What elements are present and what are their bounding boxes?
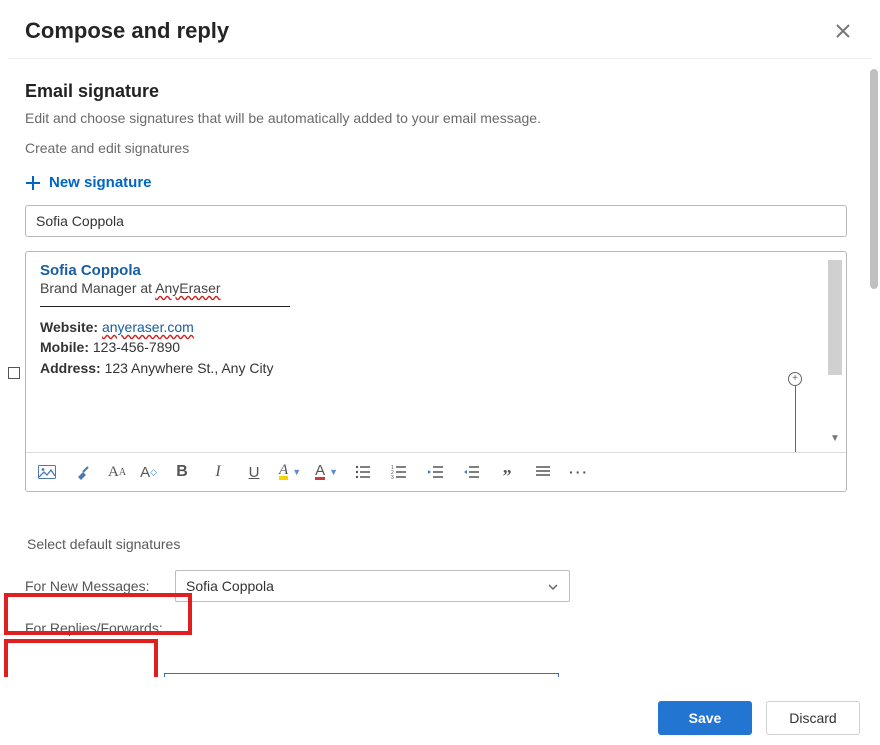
- dropdown-option-no-signature[interactable]: (No signature): [165, 674, 558, 677]
- font-size-button[interactable]: A◇: [140, 461, 157, 483]
- section-heading-signature: Email signature: [25, 81, 855, 102]
- signature-dropdown-menu[interactable]: (No signature) Sofia Coppola: [164, 673, 559, 677]
- italic-button[interactable]: I: [207, 461, 229, 483]
- editor-toolbar: AA A◇ B I U A ▼ A ▼ 123: [26, 452, 846, 491]
- sig-address-row: Address: 123 Anywhere St., Any City: [40, 358, 832, 378]
- new-signature-label: New signature: [49, 174, 152, 191]
- for-new-messages-label: For New Messages:: [25, 578, 165, 594]
- new-messages-signature-dropdown[interactable]: Sofia Coppola: [175, 570, 570, 602]
- bullet-list-icon: [355, 465, 371, 479]
- sig-website-key: Website:: [40, 319, 98, 335]
- sig-mobile-value: 123-456-7890: [93, 339, 180, 355]
- chevron-down-icon: ▼: [292, 467, 301, 477]
- close-icon: [835, 23, 851, 39]
- close-button[interactable]: [831, 19, 855, 43]
- sig-role-prefix: Brand Manager at: [40, 280, 155, 296]
- dialog-footer: Save Discard: [0, 701, 880, 735]
- editor-scrollbar-thumb[interactable]: [828, 260, 842, 375]
- font-family-button[interactable]: AA: [108, 461, 126, 483]
- chevron-down-icon: ▼: [329, 467, 338, 477]
- align-icon: [535, 465, 551, 479]
- signature-editor[interactable]: Sofia Coppola Brand Manager at AnyEraser…: [25, 251, 847, 492]
- annotation-highlight-1: [4, 593, 192, 635]
- sig-website-link[interactable]: anyeraser.com: [102, 319, 194, 335]
- select-default-signatures-label: Select default signatures: [25, 530, 182, 558]
- signature-editor-content[interactable]: Sofia Coppola Brand Manager at AnyEraser…: [26, 252, 846, 452]
- sig-job-title: Brand Manager at AnyEraser: [40, 280, 832, 296]
- svg-text:3: 3: [391, 475, 394, 479]
- blockquote-button[interactable]: ”: [496, 465, 518, 487]
- bold-button[interactable]: B: [171, 461, 193, 483]
- settings-scroll-area: Email signature Edit and choose signatur…: [0, 59, 880, 677]
- indent-button[interactable]: [460, 461, 482, 483]
- chevron-down-icon[interactable]: ▼: [830, 433, 840, 444]
- discard-button[interactable]: Discard: [766, 701, 860, 735]
- zoom-track: [795, 386, 796, 452]
- format-painter-button[interactable]: [72, 461, 94, 483]
- numbered-list-icon: 123: [391, 465, 407, 479]
- insert-image-button[interactable]: [36, 461, 58, 483]
- zoom-plus-icon: +: [788, 372, 802, 386]
- signature-name-input[interactable]: [25, 205, 847, 237]
- underline-button[interactable]: U: [243, 461, 265, 483]
- bullet-list-button[interactable]: [352, 461, 374, 483]
- sig-mobile-row: Mobile: 123-456-7890: [40, 337, 832, 357]
- sig-display-name: Sofia Coppola: [40, 262, 832, 279]
- editor-side-checkbox[interactable]: [8, 367, 20, 379]
- annotation-highlight-2: [4, 639, 158, 677]
- panel-scrollbar-thumb[interactable]: [870, 69, 878, 289]
- editor-scrollbar[interactable]: ▼: [826, 256, 844, 446]
- sig-address-value: 123 Anywhere St., Any City: [105, 360, 274, 376]
- create-edit-label: Create and edit signatures: [25, 140, 855, 156]
- page-title: Compose and reply: [25, 18, 229, 44]
- new-signature-button[interactable]: New signature: [25, 174, 152, 191]
- paint-icon: [75, 464, 91, 480]
- sig-separator: [40, 306, 290, 307]
- image-icon: [38, 465, 56, 479]
- indent-icon: [463, 465, 479, 479]
- align-button[interactable]: [532, 461, 554, 483]
- font-color-icon: A: [315, 464, 325, 481]
- sig-company: AnyEraser: [155, 280, 220, 296]
- highlight-icon: A: [279, 464, 288, 480]
- more-options-button[interactable]: ···: [568, 461, 590, 483]
- save-button[interactable]: Save: [658, 701, 752, 735]
- new-messages-selected-value: Sofia Coppola: [186, 578, 274, 594]
- section-subtitle: Edit and choose signatures that will be …: [25, 110, 855, 126]
- font-color-button[interactable]: A ▼: [315, 464, 338, 481]
- sig-website-row: Website: anyeraser.com: [40, 317, 832, 337]
- highlight-color-button[interactable]: A ▼: [279, 464, 301, 480]
- zoom-indicator[interactable]: +: [788, 372, 802, 452]
- outdent-icon: [427, 465, 443, 479]
- sig-mobile-key: Mobile:: [40, 339, 89, 355]
- numbered-list-button[interactable]: 123: [388, 461, 410, 483]
- sig-address-key: Address:: [40, 360, 101, 376]
- outdent-button[interactable]: [424, 461, 446, 483]
- chevron-down-icon: [547, 580, 559, 596]
- plus-icon: [25, 175, 41, 191]
